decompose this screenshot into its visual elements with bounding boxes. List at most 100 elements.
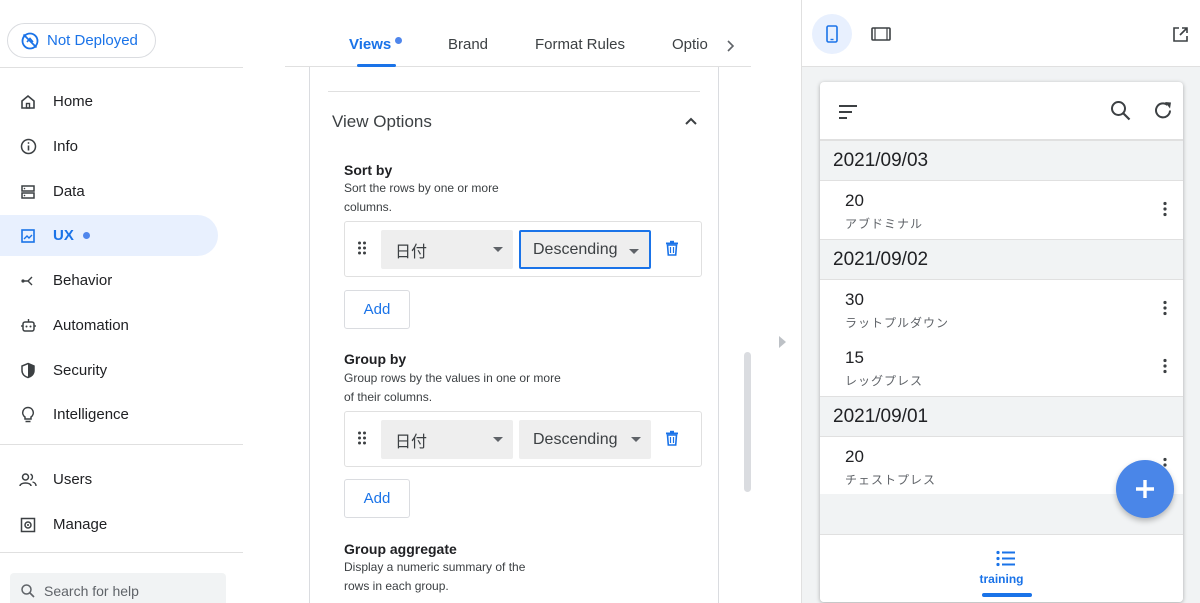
group-column-value: 日付 [395, 433, 428, 451]
drag-handle-icon[interactable] [357, 430, 367, 446]
tablet-preview-button[interactable] [861, 14, 901, 54]
sort-icon[interactable] [838, 104, 858, 120]
sort-column-select[interactable]: 日付 [381, 230, 513, 269]
group-header: 2021/09/02 [820, 239, 1183, 280]
delete-icon[interactable] [665, 430, 679, 446]
group-order-select[interactable]: Descending [519, 420, 651, 459]
tab-brand[interactable]: Brand [448, 36, 488, 53]
group-by-description: Group rows by the values in one or more … [344, 371, 561, 404]
sidebar-item-automation[interactable]: Automation [0, 305, 218, 346]
sidebar-item-data[interactable]: Data [0, 171, 218, 212]
group-by-label: Group by [344, 351, 407, 367]
tab-format-rules[interactable]: Format Rules [535, 36, 625, 53]
search-icon[interactable] [1110, 100, 1131, 121]
refresh-icon[interactable] [1153, 100, 1174, 121]
sidebar-item-home[interactable]: Home [0, 81, 218, 122]
group-rule: 日付 Descending [344, 411, 702, 467]
search-icon [21, 584, 35, 598]
add-row-fab[interactable] [1116, 460, 1174, 518]
data-icon [19, 183, 37, 201]
help-search-input[interactable]: Search for help [10, 573, 226, 603]
tab-views[interactable]: Views [349, 36, 391, 53]
preview-pane: 2021/09/03 20 アブドミナル 2021/09/02 30 ラットプル… [801, 0, 1200, 603]
tab-options[interactable]: Optio [672, 36, 708, 53]
bottom-nav: training [820, 534, 1183, 602]
list-item[interactable]: 30 ラットプルダウン [820, 280, 1183, 338]
sidebar-item-manage[interactable]: Manage [0, 504, 218, 545]
divider [328, 91, 700, 92]
sidebar-item-security[interactable]: Security [0, 350, 218, 391]
row-value: 30 [845, 290, 864, 309]
group-aggregate-label: Group aggregate [344, 541, 457, 557]
row-name: アブドミナル [845, 217, 924, 231]
dropdown-caret-icon [493, 437, 503, 442]
deploy-status-label: Not Deployed [47, 32, 138, 49]
sidebar-item-info[interactable]: Info [0, 126, 218, 167]
chevron-right-icon[interactable] [724, 39, 736, 53]
sidebar-item-label: Info [53, 138, 79, 155]
bottom-nav-label-training[interactable]: training [820, 572, 1183, 586]
sort-by-label: Sort by [344, 162, 393, 178]
group-aggregate-description: Display a numeric summary of the rows in… [344, 560, 526, 593]
row-value: 15 [845, 348, 864, 367]
divider [0, 67, 243, 68]
group-column-select[interactable]: 日付 [381, 420, 513, 459]
divider [0, 444, 243, 445]
list-icon[interactable] [996, 550, 1016, 567]
section-title: View Options [332, 112, 432, 131]
add-group-button[interactable]: Add [344, 479, 410, 518]
help-search-placeholder: Search for help [44, 583, 139, 599]
more-vert-icon[interactable] [1163, 358, 1167, 374]
collapse-preview-icon[interactable] [779, 336, 786, 348]
row-name: レッグプレス [845, 374, 924, 388]
app-header [820, 82, 1183, 140]
unsaved-changes-dot [82, 232, 90, 239]
mobile-preview-button[interactable] [812, 14, 852, 54]
sidebar-item-label: Manage [53, 516, 108, 533]
sidebar-item-label: UX [53, 227, 74, 244]
dropdown-caret-icon [493, 247, 503, 252]
users-icon [19, 471, 37, 489]
home-icon [19, 93, 37, 111]
row-value: 20 [845, 191, 864, 210]
group-header: 2021/09/01 [820, 396, 1183, 437]
sidebar-item-ux[interactable]: UX [0, 215, 218, 256]
view-options-panel: View Options Sort by Sort the rows by on… [309, 67, 719, 603]
not-deployed-icon [21, 32, 39, 49]
sidebar-item-label: Home [53, 93, 94, 110]
ux-icon [19, 227, 37, 245]
active-nav-indicator [982, 593, 1032, 597]
sidebar-item-label: Data [53, 183, 85, 200]
sort-by-description: Sort the rows by one or more columns. [344, 181, 499, 214]
add-sort-button[interactable]: Add [344, 290, 410, 329]
sort-order-value: Descending [533, 240, 618, 258]
sidebar-item-label: Users [53, 471, 93, 488]
chevron-up-icon[interactable] [684, 116, 698, 126]
sidebar-item-behavior[interactable]: Behavior [0, 260, 218, 301]
sidebar-item-label: Automation [53, 317, 129, 334]
more-vert-icon[interactable] [1163, 300, 1167, 316]
sidebar-item-users[interactable]: Users [0, 459, 218, 500]
delete-icon[interactable] [665, 240, 679, 256]
open-in-new-icon[interactable] [1172, 26, 1189, 43]
behavior-icon [19, 272, 37, 290]
phone-preview: 2021/09/03 20 アブドミナル 2021/09/02 30 ラットプル… [820, 82, 1183, 602]
phone-icon [826, 25, 838, 43]
sort-order-select[interactable]: Descending [519, 230, 651, 269]
list-item[interactable]: 20 アブドミナル [820, 181, 1183, 239]
plus-icon [1136, 480, 1154, 498]
scrollbar-thumb[interactable] [744, 352, 751, 492]
more-vert-icon[interactable] [1163, 201, 1167, 217]
list-item[interactable]: 15 レッグプレス [820, 338, 1183, 396]
sidebar-item-label: Security [53, 362, 108, 379]
sidebar-item-label: Intelligence [53, 406, 129, 423]
deploy-status-button[interactable]: Not Deployed [7, 23, 156, 58]
tablet-icon [871, 27, 891, 41]
sidebar-item-intelligence[interactable]: Intelligence [0, 394, 218, 435]
group-order-value: Descending [533, 430, 618, 448]
sort-column-value: 日付 [395, 243, 428, 261]
drag-handle-icon[interactable] [357, 240, 367, 256]
sort-rule: 日付 Descending [344, 221, 702, 277]
lightbulb-icon [19, 406, 37, 424]
unsaved-changes-dot [395, 37, 402, 44]
